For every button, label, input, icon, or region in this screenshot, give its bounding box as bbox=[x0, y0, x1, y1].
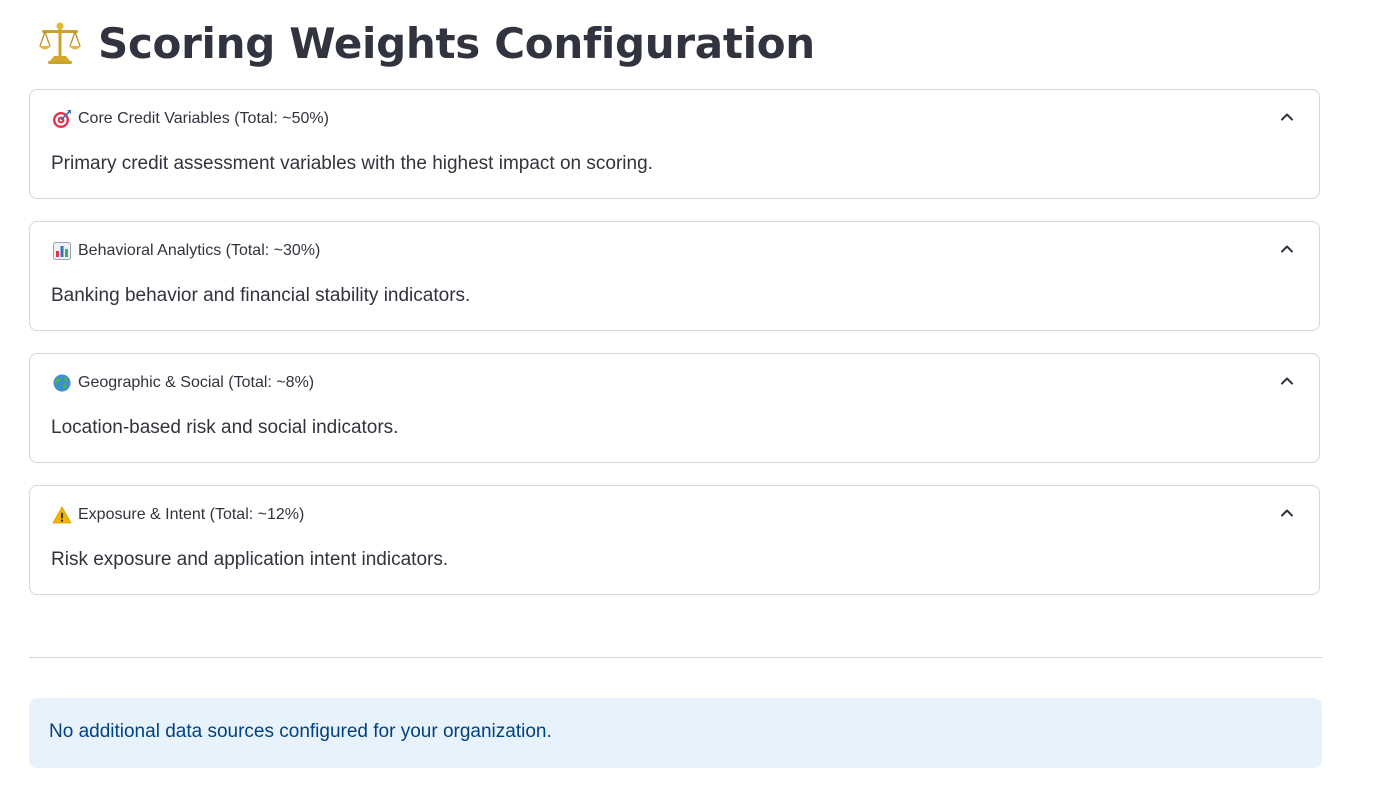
warning-icon bbox=[52, 505, 72, 525]
chevron-up-icon[interactable] bbox=[1277, 107, 1297, 127]
expander-behavioral-analytics: Behavioral Analytics (Total: ~30%) Banki… bbox=[29, 221, 1320, 331]
expander-label: Geographic & Social (Total: ~8%) bbox=[78, 374, 315, 391]
expander-label: Exposure & Intent (Total: ~12%) bbox=[78, 506, 305, 523]
expander-header-core-credit[interactable]: Core Credit Variables (Total: ~50%) bbox=[30, 90, 1319, 148]
expander-description: Risk exposure and application intent ind… bbox=[51, 549, 449, 570]
expander-description: Primary credit assessment variables with… bbox=[51, 153, 653, 174]
chevron-up-icon[interactable] bbox=[1277, 239, 1297, 259]
page-title: Scoring Weights Configuration bbox=[98, 18, 815, 68]
expander-description: Banking behavior and financial stability… bbox=[51, 285, 471, 306]
expander-description: Location-based risk and social indicator… bbox=[51, 417, 399, 438]
expander-header-exposure-intent[interactable]: Exposure & Intent (Total: ~12%) bbox=[30, 486, 1319, 544]
expander-core-credit: Core Credit Variables (Total: ~50%) Prim… bbox=[29, 89, 1320, 199]
divider bbox=[29, 657, 1322, 658]
expander-header-geographic-social[interactable]: Geographic & Social (Total: ~8%) bbox=[30, 354, 1319, 412]
chevron-up-icon[interactable] bbox=[1277, 371, 1297, 391]
expander-label: Behavioral Analytics (Total: ~30%) bbox=[78, 242, 321, 259]
expander-geographic-social: Geographic & Social (Total: ~8%) Locatio… bbox=[29, 353, 1320, 463]
target-icon bbox=[52, 109, 72, 129]
chevron-up-icon[interactable] bbox=[1277, 503, 1297, 523]
expander-header-behavioral-analytics[interactable]: Behavioral Analytics (Total: ~30%) bbox=[30, 222, 1319, 280]
info-message: No additional data sources configured fo… bbox=[49, 721, 552, 742]
globe-icon bbox=[52, 373, 72, 393]
info-alert: No additional data sources configured fo… bbox=[29, 698, 1322, 768]
page: Scoring Weights Configuration Core Credi… bbox=[0, 0, 1378, 785]
page-header: Scoring Weights Configuration bbox=[36, 14, 815, 72]
balance-scale-icon bbox=[36, 19, 84, 67]
bar-chart-icon bbox=[52, 241, 72, 261]
expander-label: Core Credit Variables (Total: ~50%) bbox=[78, 110, 329, 127]
expander-exposure-intent: Exposure & Intent (Total: ~12%) Risk exp… bbox=[29, 485, 1320, 595]
